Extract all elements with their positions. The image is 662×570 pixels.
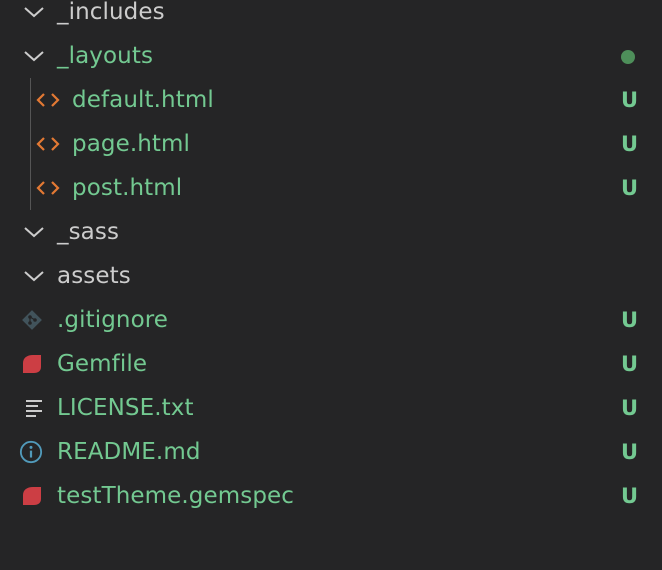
file-label: README.md (57, 439, 201, 465)
folder-label: _layouts (57, 43, 154, 69)
git-status-badge: U (620, 396, 638, 420)
file-label: LICENSE.txt (57, 395, 194, 421)
git-status-badge: U (620, 308, 638, 332)
chevron-down-icon[interactable] (22, 221, 46, 243)
git-icon (20, 309, 44, 331)
file-gemfile[interactable]: Gemfile U (0, 342, 662, 386)
html-file-icon (36, 133, 60, 155)
file-explorer-tree: _includes _layouts default.html U page.h… (0, 0, 662, 518)
folder-sass[interactable]: _sass (0, 210, 662, 254)
file-label: .gitignore (57, 307, 169, 333)
html-file-icon (36, 89, 60, 111)
git-status-badge: U (620, 88, 638, 112)
folder-label: _sass (57, 219, 120, 245)
file-gitignore[interactable]: .gitignore U (0, 298, 662, 342)
ruby-gem-icon (20, 485, 44, 507)
folder-includes[interactable]: _includes (0, 0, 662, 34)
chevron-down-icon[interactable] (22, 265, 46, 287)
file-page-html[interactable]: page.html U (0, 122, 662, 166)
file-default-html[interactable]: default.html U (0, 78, 662, 122)
folder-assets[interactable]: assets (0, 254, 662, 298)
file-readme-md[interactable]: README.md U (0, 430, 662, 474)
file-testtheme-gemspec[interactable]: testTheme.gemspec U (0, 474, 662, 518)
file-label: post.html (72, 175, 183, 201)
file-label: default.html (72, 87, 214, 113)
modified-dot-indicator (621, 50, 635, 64)
file-license-txt[interactable]: LICENSE.txt U (0, 386, 662, 430)
chevron-down-icon[interactable] (22, 45, 46, 67)
file-label: testTheme.gemspec (57, 483, 295, 509)
info-icon (19, 440, 43, 464)
folder-label: assets (57, 263, 131, 289)
ruby-gem-icon (20, 353, 44, 375)
file-label: Gemfile (57, 351, 148, 377)
folder-label: _includes (57, 0, 165, 25)
git-status-badge: U (620, 440, 638, 464)
html-file-icon (36, 177, 60, 199)
git-status-badge: U (620, 484, 638, 508)
file-post-html[interactable]: post.html U (0, 166, 662, 210)
chevron-down-icon[interactable] (22, 1, 46, 23)
folder-layouts[interactable]: _layouts (0, 34, 662, 78)
text-file-icon (22, 397, 46, 419)
git-status-badge: U (620, 352, 638, 376)
file-label: page.html (72, 131, 191, 157)
git-status-badge: U (620, 132, 638, 156)
git-status-badge: U (620, 176, 638, 200)
